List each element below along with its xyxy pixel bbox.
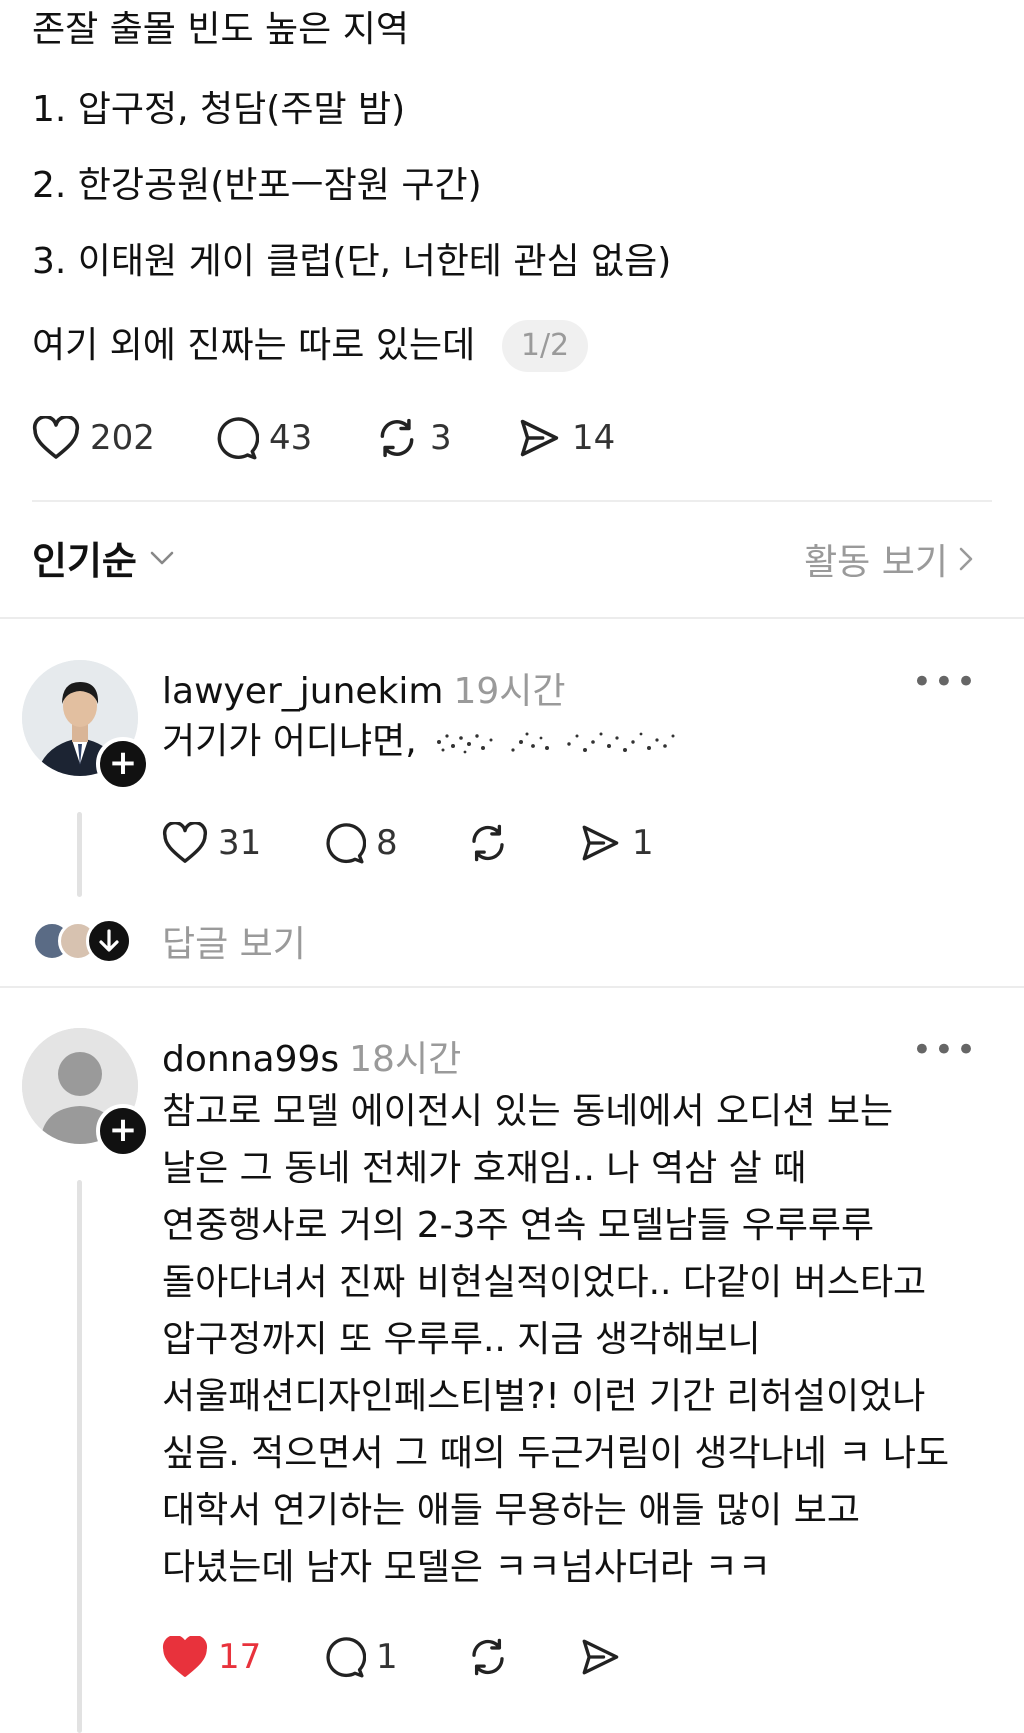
view-activity-link[interactable]: 활동 보기 [804, 533, 974, 585]
comment-share-button[interactable] [578, 1636, 622, 1678]
comment-reply-button[interactable]: 1 [322, 1636, 398, 1678]
comment-text-line: 연중행사로 거의 2-3주 연속 모델남들 우루루루 [162, 1205, 875, 1246]
reply-count: 1 [376, 1637, 398, 1677]
send-icon [520, 419, 559, 457]
comment-text-line: 거기가 어디냐면, [162, 713, 689, 770]
post-line-3: 2. 한강공원(반포ㅡ잠원 구간) [32, 165, 482, 206]
timestamp: 19시간 [453, 671, 566, 712]
comment-text-line: 서울패션디자인페스티벌?! 이런 기간 리허설이었나 [162, 1376, 926, 1417]
comment-text-line: 다녔는데 남자 모델은 ㅋㅋ넘사더라 ㅋㅋ [162, 1547, 771, 1588]
arrow-down-icon [99, 929, 119, 952]
post-comment-button[interactable]: 43 [213, 416, 312, 460]
comment-text: 거기가 어디냐면, [162, 721, 417, 762]
post-line-4: 3. 이태원 게이 클럽(단, 너한테 관심 없음) [32, 241, 672, 282]
send-icon [582, 825, 619, 861]
send-icon [582, 1639, 619, 1675]
repost-icon [472, 824, 504, 862]
share-count: 1 [632, 823, 654, 863]
username[interactable]: donna99s [162, 1039, 339, 1080]
view-activity-label: 활동 보기 [804, 542, 948, 583]
post-repost-button[interactable]: 3 [374, 416, 452, 460]
post-like-count: 202 [90, 418, 155, 458]
follow-button[interactable]: + [96, 1104, 150, 1158]
post-share-button[interactable]: 14 [516, 416, 615, 460]
sort-label: 인기순 [32, 539, 137, 583]
comment-text-line: 압구정까지 또 우루루.. 지금 생각해보니 [162, 1319, 761, 1360]
comment-repost-button[interactable] [466, 822, 510, 864]
heart-icon [162, 822, 208, 863]
post-line-1: 존잘 출몰 빈도 높은 지역 [32, 9, 409, 50]
comment-share-button[interactable]: 1 [578, 822, 654, 864]
comment-repost-button[interactable] [466, 1636, 510, 1678]
post-line-5: 여기 외에 진짜는 따로 있는데 [32, 325, 476, 366]
sort-dropdown[interactable]: 인기순 [32, 530, 175, 585]
timestamp: 18시간 [349, 1039, 462, 1080]
post-line-2: 1. 압구정, 청담(주말 밤) [32, 89, 406, 130]
chevron-right-icon [959, 547, 973, 571]
post-share-count: 14 [572, 418, 616, 458]
comment-bubble-icon [326, 1637, 366, 1678]
reply-count: 8 [376, 823, 398, 863]
redacted-scribble [436, 732, 675, 753]
comment-text-line: 돌아다녀서 진짜 비현실적이었다.. 다같이 버스타고 [162, 1262, 927, 1303]
comment-like-button[interactable]: 31 [162, 822, 261, 864]
post-page-indicator[interactable]: 1/2 [502, 320, 588, 372]
comment-author-line: lawyer_junekim 19시간 [162, 662, 566, 714]
like-count: 17 [218, 1637, 262, 1677]
view-replies-link[interactable]: 답글 보기 [162, 915, 306, 967]
comment-text-line: 참고로 모델 에이전시 있는 동네에서 오디션 보는 [162, 1091, 894, 1132]
heart-icon [32, 416, 80, 459]
comment-text-line: 대학서 연기하는 애들 무용하는 애들 많이 보고 [162, 1490, 860, 1531]
section-divider [0, 986, 1024, 988]
comment-reply-button[interactable]: 8 [322, 822, 398, 864]
heart-filled-icon [162, 1636, 208, 1677]
post-comment-count: 43 [269, 418, 313, 458]
repost-icon [380, 418, 414, 458]
thread-line [77, 1180, 82, 1733]
section-divider [0, 617, 1024, 619]
expand-replies-button[interactable] [86, 918, 132, 964]
like-count: 31 [218, 823, 262, 863]
comment-author-line: donna99s 18시간 [162, 1030, 461, 1082]
comment-bubble-icon [217, 417, 259, 460]
comment-bubble-icon [326, 823, 366, 864]
follow-button[interactable]: + [96, 737, 150, 791]
more-options-button[interactable]: ••• [912, 662, 978, 702]
post-like-button[interactable]: 202 [32, 416, 155, 460]
comment-text-line: 싶음. 적으면서 그 때의 두근거림이 생각나네 ㅋ 나도 [162, 1433, 950, 1474]
chevron-down-icon [150, 551, 174, 564]
repost-icon [472, 1638, 504, 1676]
thread-line [77, 812, 82, 897]
post-repost-count: 3 [430, 418, 452, 458]
post-divider [32, 500, 992, 502]
comment-like-button[interactable]: 17 [162, 1636, 261, 1678]
more-options-button[interactable]: ••• [912, 1030, 978, 1070]
comment-text-line: 날은 그 동네 전체가 호재임.. 나 역삼 살 때 [162, 1148, 807, 1189]
username[interactable]: lawyer_junekim [162, 671, 443, 712]
